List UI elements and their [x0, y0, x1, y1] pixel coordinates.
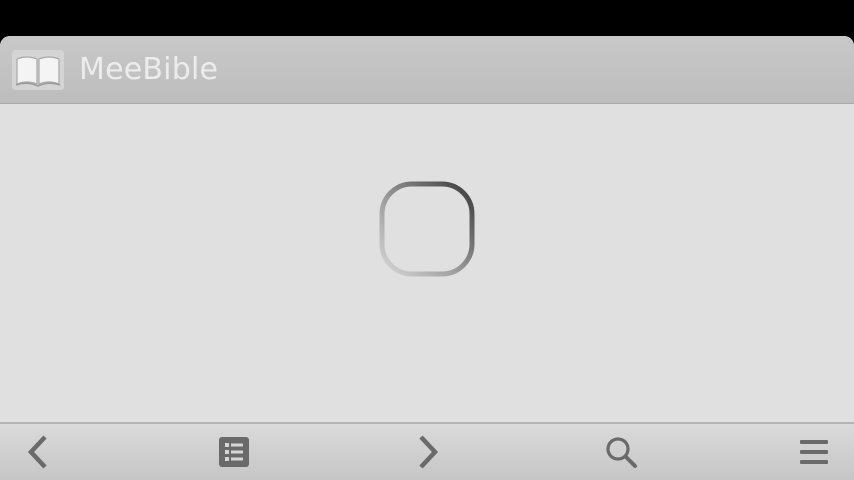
- back-button[interactable]: [14, 430, 62, 474]
- status-bar: [0, 0, 854, 36]
- menu-button[interactable]: [790, 430, 838, 474]
- busy-spinner-icon: [378, 180, 476, 278]
- bottom-toolbar: [0, 422, 854, 480]
- chapters-button[interactable]: [210, 430, 258, 474]
- search-icon: [606, 437, 637, 468]
- search-button[interactable]: [597, 430, 645, 474]
- app-title: MeeBible: [79, 52, 219, 87]
- chevron-left-icon: [27, 435, 47, 469]
- menu-icon: [800, 440, 828, 464]
- list-icon: [219, 437, 249, 467]
- app-window: MeeBible: [0, 36, 854, 480]
- title-bar: MeeBible: [0, 36, 854, 104]
- open-book-icon: [12, 50, 64, 90]
- chevron-right-icon: [419, 435, 439, 469]
- forward-button[interactable]: [404, 430, 452, 474]
- content-area: [0, 104, 854, 422]
- screen: MeeBible: [0, 0, 854, 480]
